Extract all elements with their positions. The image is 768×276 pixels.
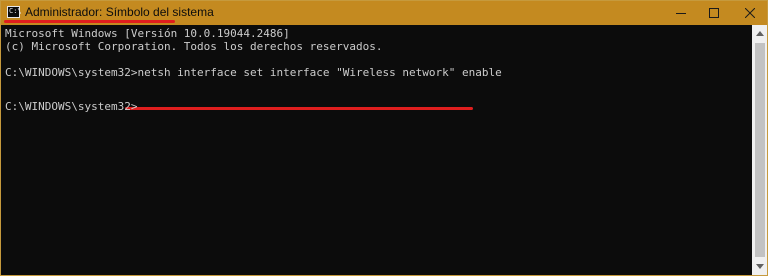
command-highlight-underline	[125, 107, 473, 110]
scrollbar-thumb[interactable]	[755, 43, 765, 257]
scroll-up-arrow-icon	[756, 31, 764, 36]
scroll-up-button[interactable]	[752, 25, 767, 42]
console-line-copyright: (c) Microsoft Corporation. Todos los der…	[5, 40, 383, 53]
scroll-down-arrow-icon	[756, 264, 764, 269]
cmd-app-icon[interactable]: C:\	[7, 6, 22, 18]
maximize-icon	[709, 8, 719, 18]
console-output-area[interactable]: Microsoft Windows [Versión 10.0.19044.24…	[1, 25, 752, 275]
console-line-command: C:\WINDOWS\system32>netsh interface set …	[5, 66, 502, 79]
window-title: Administrador: Símbolo del sistema	[25, 5, 214, 19]
title-bar[interactable]: C:\ Administrador: Símbolo del sistema	[1, 1, 767, 25]
console-line-version: Microsoft Windows [Versión 10.0.19044.24…	[5, 27, 290, 40]
cmd-app-icon-glyph: C:\	[9, 7, 22, 15]
vertical-scrollbar[interactable]	[752, 25, 767, 275]
console-line-prompt[interactable]: C:\WINDOWS\system32>	[5, 100, 137, 113]
close-button[interactable]	[727, 1, 767, 25]
title-highlight-underline	[4, 20, 175, 23]
command-prompt-window: C:\ Administrador: Símbolo del sistema M…	[0, 0, 768, 276]
close-icon	[745, 8, 755, 18]
minimize-icon	[676, 13, 686, 14]
scroll-down-button[interactable]	[752, 258, 767, 275]
